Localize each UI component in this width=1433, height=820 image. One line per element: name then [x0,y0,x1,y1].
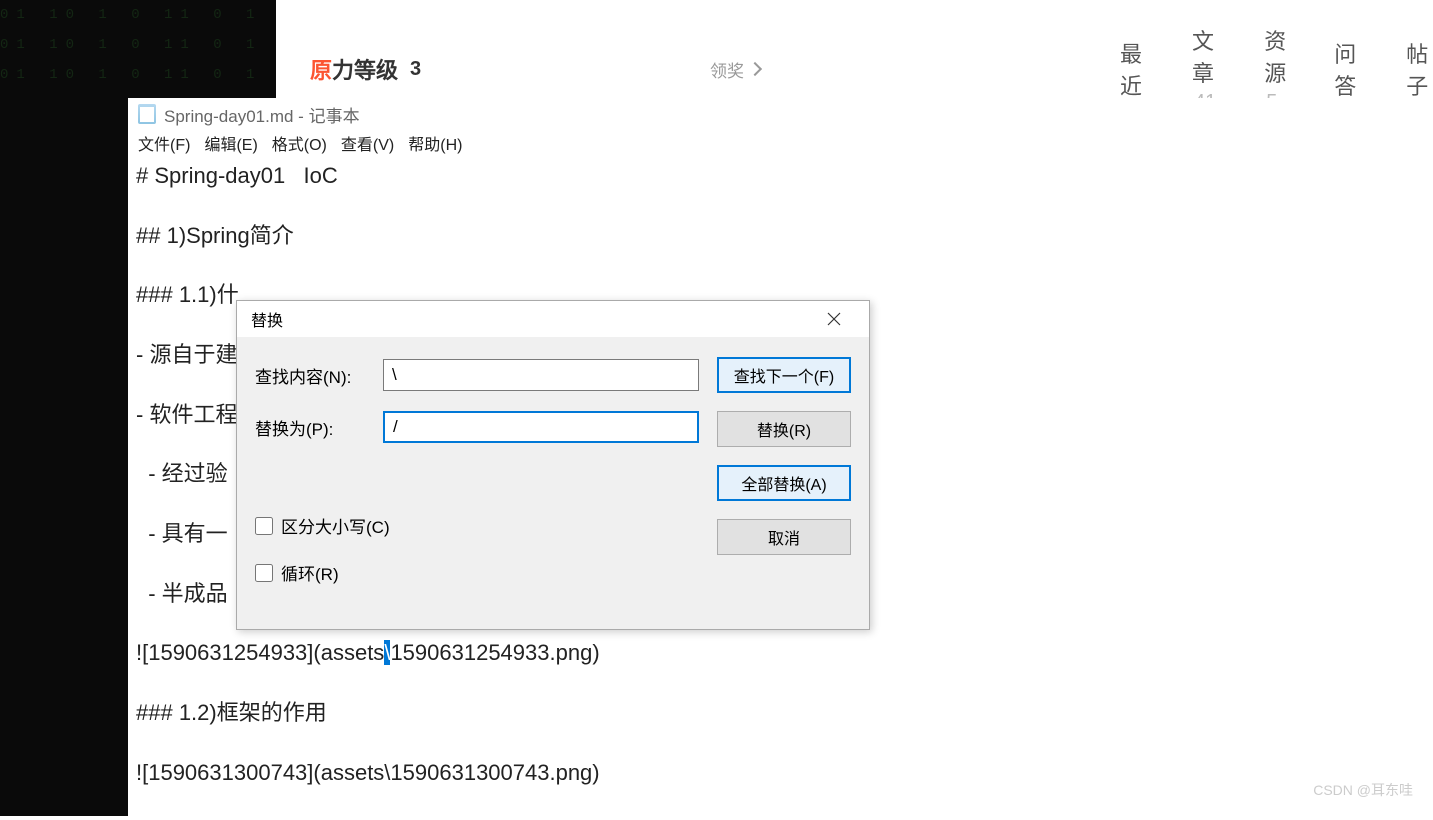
menu-edit[interactable]: 编辑(E) [204,131,257,155]
find-label: 查找内容(N): [255,363,383,388]
replace-all-button[interactable]: 全部替换(A) [717,465,851,501]
cancel-button[interactable]: 取消 [717,519,851,555]
menu-format[interactable]: 格式(O) [272,131,327,155]
replace-button[interactable]: 替换(R) [717,411,851,447]
wrap-around-check[interactable]: 循环(R) [255,560,390,585]
notepad-title: Spring-day01.md - 记事本 [164,102,360,127]
text-line: ![1590631254933](assets\1590631254933.pn… [136,637,1425,669]
dialog-body: 查找内容(N): 替换为(P): 查找下一个(F) 替换(R) 全部替换(A) … [237,337,869,629]
watermark: CSDN @耳东哇 [1313,780,1413,800]
find-next-button[interactable]: 查找下一个(F) [717,357,851,393]
close-icon [827,312,841,326]
text-line: ### 1.2)框架的作用 [136,697,1425,729]
dialog-title: 替换 [251,307,283,331]
yuanli-label: 原力等级 [310,53,398,85]
tab-qa[interactable]: 问答 [1334,37,1358,101]
yuanli-card: 原力等级 3 领奖 [286,40,784,98]
match-case-check[interactable]: 区分大小写(C) [255,513,390,538]
text-line: # Spring-day01 IoC [136,160,1425,192]
dialog-buttons: 查找下一个(F) 替换(R) 全部替换(A) 取消 [717,357,851,555]
menu-view[interactable]: 查看(V) [341,131,394,155]
page-top-area: 原力等级 3 领奖 最近 文章41 资源5 问答 帖子 视频 [276,0,1433,98]
award-button[interactable]: 领奖 [710,57,760,82]
find-input[interactable] [383,359,699,391]
text-line: ## 1)Spring简介 [136,220,1425,252]
replace-input[interactable] [383,411,699,443]
tab-posts[interactable]: 帖子 [1406,37,1430,101]
tab-recent[interactable]: 最近 [1120,37,1144,101]
menu-file[interactable]: 文件(F) [138,131,190,155]
yuanli-level: 3 [410,58,421,81]
menu-help[interactable]: 帮助(H) [408,131,462,155]
replace-dialog: 替换 查找内容(N): 替换为(P): 查找下一个(F) 替换(R) 全部替换(… [236,300,870,630]
notepad-menu-bar: 文件(F) 编辑(E) 格式(O) 查看(V) 帮助(H) [128,130,1433,156]
close-button[interactable] [813,304,855,334]
notepad-icon [138,104,156,124]
text-line: ![1590631300743](assets\1590631300743.pn… [136,757,1425,789]
match-case-checkbox[interactable] [255,517,273,535]
wrap-checkbox[interactable] [255,564,273,582]
notepad-title-bar[interactable]: Spring-day01.md - 记事本 [128,98,1433,130]
dialog-checkboxes: 区分大小写(C) 循环(R) [255,513,390,585]
tabs-bar: 最近 文章41 资源5 问答 帖子 视频 [1076,40,1433,98]
chevron-right-icon [748,62,762,76]
dialog-title-bar[interactable]: 替换 [237,301,869,337]
replace-label: 替换为(P): [255,415,383,440]
